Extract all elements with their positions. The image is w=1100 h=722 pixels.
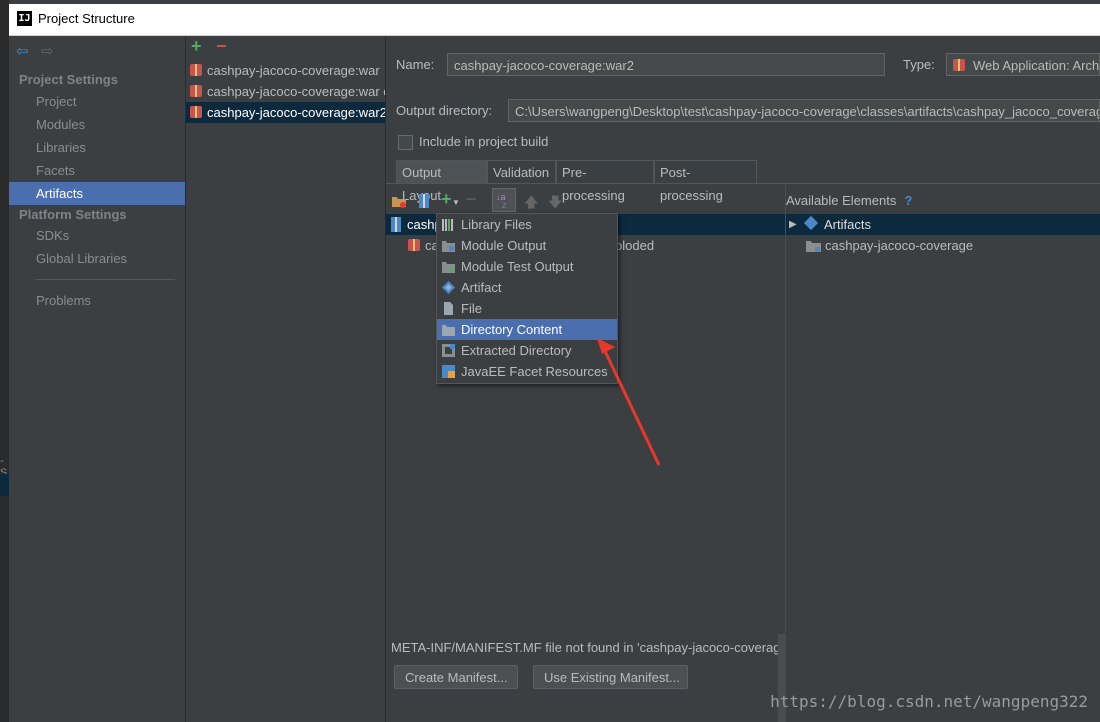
background-window-edge: -S [0, 0, 9, 722]
background-selection-strip [0, 474, 9, 496]
help-icon[interactable]: ? [904, 193, 912, 208]
sidebar-item-artifacts[interactable]: Artifacts [9, 182, 185, 205]
watermark-text: https://blog.csdn.net/wangpeng322 [770, 692, 1088, 711]
remove-artifact-icon[interactable]: − [216, 36, 227, 57]
menu-item-label: JavaEE Facet Resources [461, 364, 608, 379]
create-manifest-button[interactable]: Create Manifest... [394, 665, 518, 689]
sidebar-item-project[interactable]: Project [9, 90, 185, 113]
remove-icon[interactable]: − [466, 189, 477, 210]
artifact-list-item-label: cashpay-jacoco-coverage:war2 [207, 105, 385, 120]
artifact-list-item-selected[interactable]: cashpay-jacoco-coverage:war2 [186, 102, 385, 123]
extract-icon [442, 344, 455, 357]
test-folder-icon [442, 262, 455, 273]
output-directory-label: Output directory: [396, 103, 493, 118]
available-elements-header: Available Elements? [786, 193, 912, 208]
available-artifacts-row[interactable]: ▶ Artifacts [786, 214, 1100, 235]
available-artifacts-label: Artifacts [824, 217, 871, 232]
name-label: Name: [396, 57, 435, 72]
sidebar-divider [35, 279, 175, 280]
sidebar-item-modules[interactable]: Modules [9, 113, 185, 136]
menu-item-label: Library Files [461, 217, 532, 232]
artifact-list-item[interactable]: cashpay-jacoco-coverage:war [186, 60, 385, 81]
add-artifact-icon[interactable]: + [191, 36, 202, 57]
tab-validation[interactable]: Validation [487, 160, 556, 183]
add-copy-icon[interactable]: + [441, 189, 452, 210]
intellij-app-icon: IJ [17, 11, 32, 26]
sidebar-item-sdks[interactable]: SDKs [9, 224, 185, 247]
menu-item-label: Artifact [461, 280, 502, 295]
artifact-icon [803, 215, 819, 231]
manifest-warning-text: META-INF/MANIFEST.MF file not found in '… [391, 640, 786, 655]
svg-text:z: z [502, 200, 507, 210]
background-text-fragment: -S [0, 455, 8, 479]
window-title: Project Structure [38, 11, 135, 26]
artifact-list-item[interactable]: cashpay-jacoco-coverage:war exploded [186, 81, 385, 102]
forward-arrow-icon[interactable]: ⇨ [41, 42, 54, 60]
artifact-list-item-label: cashpay-jacoco-coverage:war [207, 63, 380, 78]
menu-item-module-test-output[interactable]: Module Test Output [437, 256, 617, 277]
tab-output-layout[interactable]: Output Layout [396, 160, 487, 203]
module-folder-icon [442, 241, 455, 252]
platform-settings-header: Platform Settings [19, 207, 127, 222]
red-annotation-arrow [597, 338, 661, 466]
settings-sidebar: ⇦ ⇨ Project Settings Project Modules Lib… [9, 36, 186, 722]
artifact-list-item-label: cashpay-jacoco-coverage:war exploded [207, 84, 385, 99]
sort-alpha-icon: ↓a z [496, 192, 507, 210]
chevron-down-icon: ▼ [452, 198, 460, 207]
sidebar-item-global-libraries[interactable]: Global Libraries [9, 247, 185, 270]
war-artifact-icon [190, 106, 202, 118]
sort-elements-button[interactable]: ↓a z [492, 188, 516, 212]
menu-item-library-files[interactable]: Library Files [437, 214, 617, 235]
library-icon [442, 219, 453, 231]
tab-divider [386, 183, 1100, 184]
menu-item-file[interactable]: File [437, 298, 617, 319]
expand-arrow-icon[interactable]: ▶ [789, 214, 797, 235]
available-module-row[interactable]: cashpay-jacoco-coverage [806, 235, 1100, 256]
artifact-type-select[interactable]: Web Application: Archive [946, 53, 1100, 76]
output-directory-input[interactable]: C:\Users\wangpeng\Desktop\test\cashpay-j… [508, 99, 1100, 122]
module-folder-icon [806, 241, 821, 252]
war-artifact-icon [190, 85, 202, 97]
file-icon [444, 302, 453, 315]
available-module-label: cashpay-jacoco-coverage [825, 238, 974, 253]
menu-item-label: Extracted Directory [461, 343, 572, 358]
war-artifact-icon [190, 64, 202, 76]
javaee-icon [442, 365, 455, 378]
type-label: Type: [903, 57, 935, 72]
sidebar-item-facets[interactable]: Facets [9, 159, 185, 182]
war-artifact-icon [953, 59, 965, 71]
create-archive-icon[interactable] [416, 193, 432, 209]
sidebar-item-problems[interactable]: Problems [9, 289, 185, 312]
artifact-type-value: Web Application: Archive [973, 58, 1100, 73]
title-bar: IJ Project Structure [9, 4, 1100, 36]
create-directory-icon[interactable] [391, 193, 407, 209]
war-artifact-icon [408, 239, 420, 251]
sidebar-item-libraries[interactable]: Libraries [9, 136, 185, 159]
tab-post-processing[interactable]: Post-processing [654, 160, 757, 203]
artifacts-list-panel: + − cashpay-jacoco-coverage:war cashpay-… [186, 36, 386, 722]
folder-icon [442, 325, 455, 336]
artifact-name-input[interactable]: cashpay-jacoco-coverage:war2 [447, 53, 885, 76]
include-in-build-label: Include in project build [419, 134, 549, 149]
menu-item-artifact[interactable]: Artifact [437, 277, 617, 298]
project-settings-header: Project Settings [19, 72, 118, 87]
archive-icon [391, 217, 401, 232]
available-elements-title: Available Elements [786, 193, 897, 208]
menu-item-label: File [461, 301, 482, 316]
menu-item-label: Directory Content [461, 322, 563, 337]
layout-splitter[interactable] [785, 184, 786, 634]
use-existing-manifest-button[interactable]: Use Existing Manifest... [533, 665, 688, 689]
include-in-build-checkbox[interactable] [398, 135, 413, 150]
artifact-icon [442, 281, 455, 294]
back-arrow-icon[interactable]: ⇦ [16, 42, 29, 60]
menu-item-label: Module Test Output [461, 259, 574, 274]
menu-item-module-output[interactable]: Module Output [437, 235, 617, 256]
menu-item-label: Module Output [461, 238, 547, 253]
tab-pre-processing[interactable]: Pre-processing [556, 160, 654, 203]
